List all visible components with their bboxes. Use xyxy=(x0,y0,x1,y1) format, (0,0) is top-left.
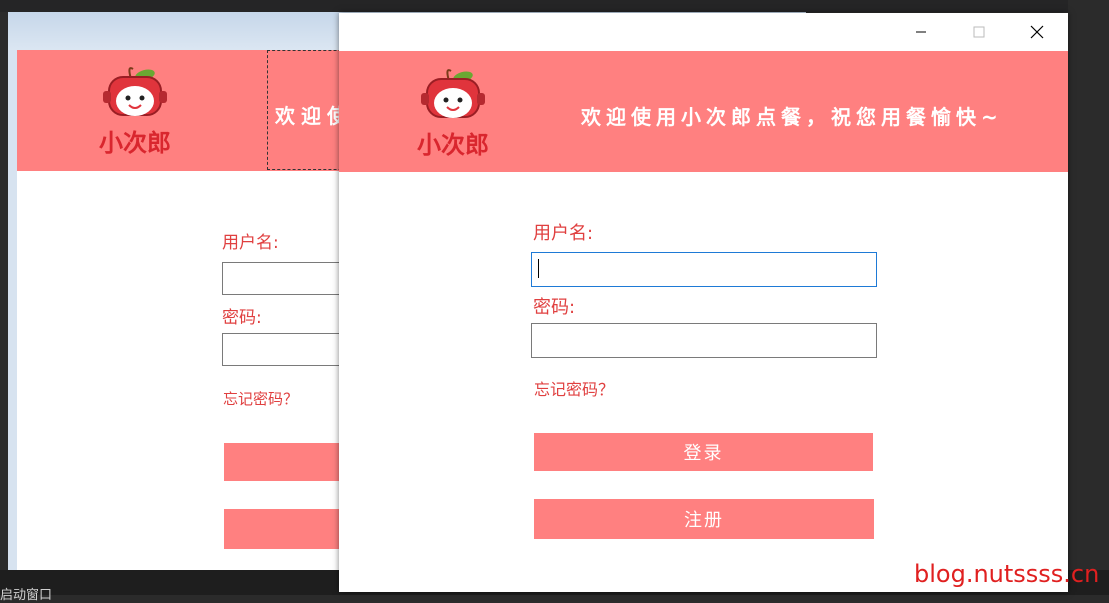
ide-right-panel xyxy=(1068,0,1109,595)
ide-top-bar xyxy=(0,0,1109,12)
forgot-password-link[interactable]: 忘记密码？ xyxy=(534,376,614,400)
login-window: 小次郎 欢迎使用小次郎点餐，祝您用餐愉快~ 用户名: 密码: 忘记密码？ 登录 … xyxy=(339,13,1068,592)
designer-login-button xyxy=(224,443,344,481)
designer-password-field xyxy=(222,333,352,366)
watermark-text: blog.nutssss.cn xyxy=(914,560,1100,588)
register-button[interactable]: 注册 xyxy=(534,499,874,539)
minimize-icon xyxy=(916,31,926,33)
username-input[interactable] xyxy=(531,252,877,287)
text-caret xyxy=(538,259,539,278)
ide-status-text: 启动窗口 xyxy=(0,588,53,603)
brand-name: 小次郎 xyxy=(417,131,489,159)
close-button[interactable] xyxy=(1008,13,1066,51)
brand-header: 小次郎 欢迎使用小次郎点餐，祝您用餐愉快~ xyxy=(339,51,1068,172)
designer-register-button xyxy=(224,509,344,549)
designer-username-label: 用户名: xyxy=(222,233,279,253)
brand-name: 小次郎 xyxy=(99,129,171,157)
close-icon xyxy=(1030,25,1044,39)
username-label: 用户名: xyxy=(533,223,594,244)
login-button[interactable]: 登录 xyxy=(534,433,873,471)
designer-username-field xyxy=(222,262,352,295)
mascot-logo-icon: 小次郎 xyxy=(417,69,489,159)
maximize-icon xyxy=(973,26,985,38)
username-field-wrap xyxy=(531,252,877,287)
password-input[interactable] xyxy=(531,323,877,358)
password-label: 密码: xyxy=(533,297,576,318)
mascot-logo-icon: 小次郎 xyxy=(99,67,171,157)
designer-password-label: 密码: xyxy=(222,308,262,328)
window-caption-bar[interactable] xyxy=(339,13,1068,51)
welcome-message: 欢迎使用小次郎点餐，祝您用餐愉快~ xyxy=(581,105,1003,129)
minimize-button[interactable] xyxy=(892,13,950,51)
maximize-button[interactable] xyxy=(950,13,1008,51)
designer-forgot-link: 忘记密码？ xyxy=(223,390,299,408)
